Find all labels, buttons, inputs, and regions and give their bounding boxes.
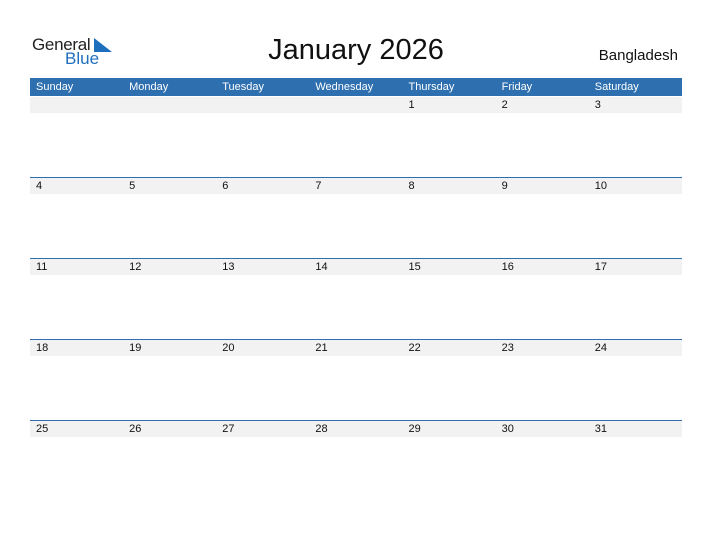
day-cell: 10 bbox=[594, 180, 607, 192]
day-cell: 1 bbox=[408, 99, 415, 111]
date-strip: 4 5 6 7 8 9 10 bbox=[30, 178, 682, 194]
date-strip: 18 19 20 21 22 23 24 bbox=[30, 340, 682, 356]
date-strip: 11 12 13 14 15 16 17 bbox=[30, 259, 682, 275]
day-cell: 14 bbox=[315, 261, 328, 273]
day-cell: 31 bbox=[594, 423, 607, 435]
day-cell: 18 bbox=[36, 342, 49, 354]
day-cell: 21 bbox=[315, 342, 328, 354]
day-cell: 19 bbox=[129, 342, 142, 354]
day-cell: 28 bbox=[315, 423, 328, 435]
day-cell: 6 bbox=[222, 180, 229, 192]
day-cell: 2 bbox=[501, 99, 508, 111]
day-cell: 13 bbox=[222, 261, 235, 273]
day-cell bbox=[30, 97, 123, 113]
week-row-4: 18 19 20 21 22 23 24 bbox=[30, 339, 682, 421]
day-cell bbox=[309, 97, 402, 113]
day-cell: 20 bbox=[222, 342, 235, 354]
day-cell: 25 bbox=[36, 423, 49, 435]
day-cell: 4 bbox=[36, 180, 43, 192]
day-cell: 26 bbox=[129, 423, 142, 435]
week-row-3: 11 12 13 14 15 16 17 bbox=[30, 258, 682, 340]
weekday-tuesday: Tuesday bbox=[222, 81, 265, 93]
day-cell: 12 bbox=[129, 261, 142, 273]
day-cell: 23 bbox=[501, 342, 514, 354]
day-cell: 3 bbox=[594, 99, 601, 111]
day-cell: 8 bbox=[408, 180, 415, 192]
date-strip: 1 2 3 bbox=[30, 97, 682, 113]
week-row-2: 4 5 6 7 8 9 10 bbox=[30, 177, 682, 259]
day-cell: 15 bbox=[408, 261, 421, 273]
weekday-friday: Friday bbox=[501, 81, 533, 93]
day-cell bbox=[216, 97, 309, 113]
weekday-thursday: Thursday bbox=[408, 81, 455, 93]
weekday-monday: Monday bbox=[129, 81, 169, 93]
weekday-saturday: Saturday bbox=[594, 81, 639, 93]
day-cell: 7 bbox=[315, 180, 322, 192]
day-cell: 27 bbox=[222, 423, 235, 435]
weekday-wednesday: Wednesday bbox=[315, 81, 374, 93]
day-cell: 11 bbox=[36, 261, 48, 273]
day-cell: 16 bbox=[501, 261, 514, 273]
week-row-1: 1 2 3 bbox=[30, 97, 682, 178]
day-cell: 22 bbox=[408, 342, 421, 354]
day-cell: 30 bbox=[501, 423, 514, 435]
date-strip: 25 26 27 28 29 30 31 bbox=[30, 421, 682, 437]
week-row-5: 25 26 27 28 29 30 31 bbox=[30, 420, 682, 502]
weekday-header: Sunday Monday Tuesday Wednesday Thursday… bbox=[30, 78, 682, 96]
day-cell: 5 bbox=[129, 180, 136, 192]
day-cell: 17 bbox=[594, 261, 607, 273]
day-cell: 29 bbox=[408, 423, 421, 435]
day-cell: 9 bbox=[501, 180, 508, 192]
country-label: Bangladesh bbox=[598, 47, 678, 64]
weekday-sunday: Sunday bbox=[36, 81, 74, 93]
day-cell: 24 bbox=[594, 342, 607, 354]
day-cell bbox=[123, 97, 216, 113]
